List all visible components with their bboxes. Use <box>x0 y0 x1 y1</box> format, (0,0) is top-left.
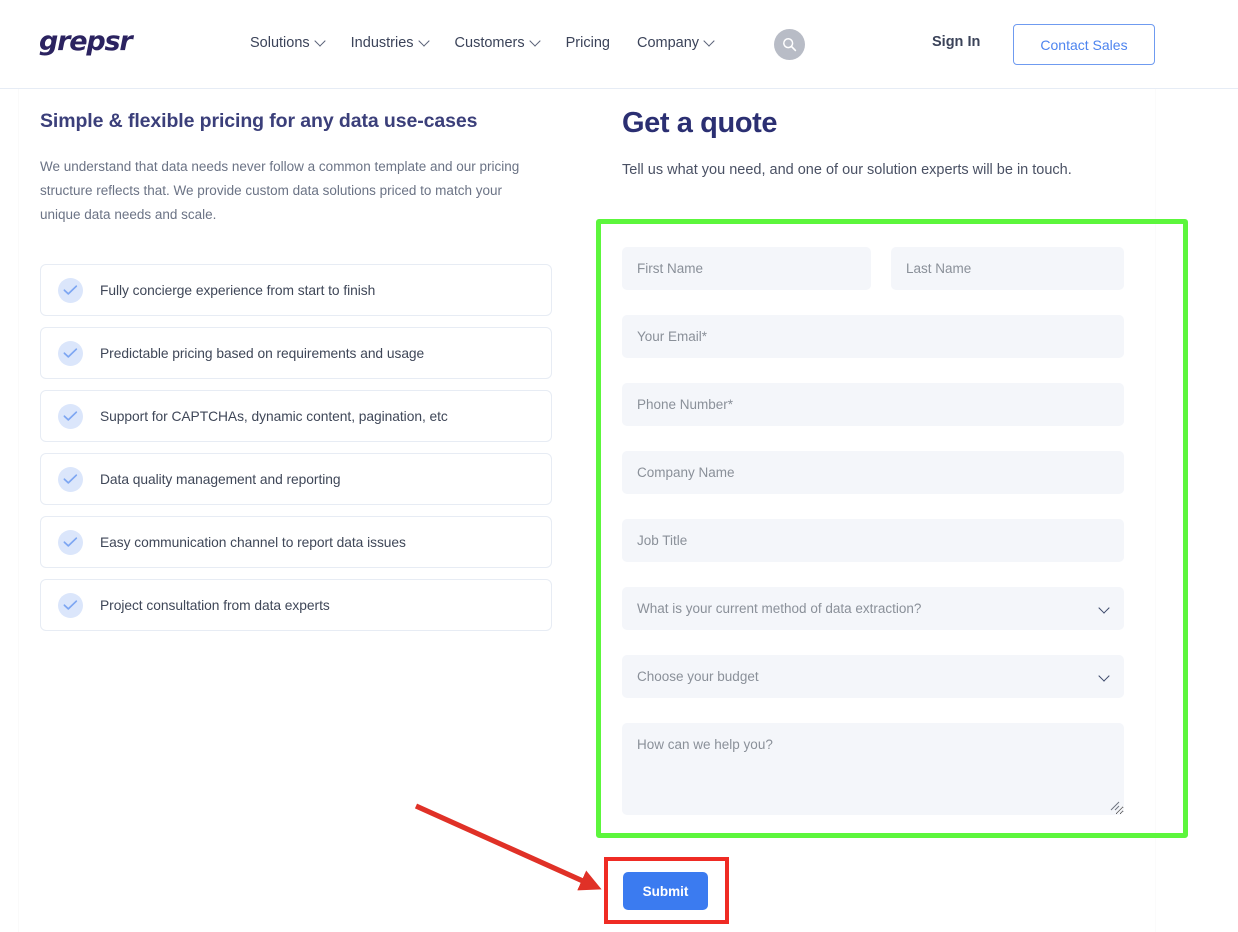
check-circle-icon <box>58 592 83 618</box>
pricing-intro-column: Simple & flexible pricing for any data u… <box>40 107 552 631</box>
check-circle-icon <box>58 529 83 555</box>
feature-item-label: Fully concierge experience from start to… <box>100 282 376 298</box>
chevron-down-icon <box>528 35 541 47</box>
feature-item-label: Data quality management and reporting <box>100 471 341 487</box>
search-icon[interactable] <box>774 29 805 60</box>
grepsr-logo[interactable]: grepsr <box>39 28 133 55</box>
check-circle-icon <box>58 466 83 492</box>
job-title-field-wrap <box>622 519 1124 562</box>
last-name-input[interactable] <box>891 247 1124 290</box>
feature-item-label: Support for CAPTCHAs, dynamic content, p… <box>100 408 448 424</box>
nav-item-pricing[interactable]: Pricing <box>566 32 610 54</box>
feature-item: Fully concierge experience from start to… <box>40 264 552 316</box>
page-container-right-edge <box>1155 89 1156 932</box>
budget-select[interactable]: Choose your budget <box>622 655 1124 698</box>
sign-in-link[interactable]: Sign In <box>932 34 980 50</box>
site-header: grepsr Solutions Industries Customers Pr… <box>0 0 1238 89</box>
budget-select-wrap: Choose your budget <box>622 655 1124 698</box>
quote-form: What is your current method of data extr… <box>622 247 1124 840</box>
page-root: grepsr Solutions Industries Customers Pr… <box>0 0 1238 932</box>
page-title: Simple & flexible pricing for any data u… <box>40 110 478 132</box>
feature-item-label: Easy communication channel to report dat… <box>100 534 406 550</box>
extraction-method-select-wrap: What is your current method of data extr… <box>622 587 1124 630</box>
submit-button[interactable]: Submit <box>623 872 708 910</box>
nav-item-label: Solutions <box>250 35 310 51</box>
nav-item-label: Industries <box>350 35 414 51</box>
nav-item-solutions[interactable]: Solutions <box>250 32 326 54</box>
feature-item: Support for CAPTCHAs, dynamic content, p… <box>40 390 552 442</box>
message-field-wrap <box>622 723 1124 815</box>
nav-item-label: Company <box>636 35 700 51</box>
chevron-down-icon <box>313 35 326 47</box>
first-name-input[interactable] <box>622 247 871 290</box>
check-circle-icon <box>58 277 83 303</box>
form-title: Get a quote <box>622 107 778 139</box>
check-circle-icon <box>58 403 83 429</box>
phone-input[interactable] <box>622 383 1124 426</box>
feature-item: Easy communication channel to report dat… <box>40 516 552 568</box>
form-subtitle: Tell us what you need, and one of our so… <box>622 162 1072 178</box>
budget-select-label: Choose your budget <box>637 669 759 684</box>
company-name-input[interactable] <box>622 451 1124 494</box>
nav-item-label: Pricing <box>565 35 610 51</box>
main-navigation: Solutions Industries Customers Pricing C… <box>250 32 715 54</box>
feature-item-label: Project consultation from data experts <box>100 597 330 613</box>
nav-item-label: Customers <box>454 35 525 51</box>
page-container-left-edge <box>18 89 19 932</box>
check-circle-icon <box>58 340 83 366</box>
chevron-down-icon <box>703 35 715 47</box>
extraction-method-select[interactable]: What is your current method of data extr… <box>622 587 1124 630</box>
name-row <box>622 247 1124 290</box>
quote-form-header: Get a quote Tell us what you need, and o… <box>622 105 1127 183</box>
job-title-input[interactable] <box>622 519 1124 562</box>
feature-item: Predictable pricing based on requirement… <box>40 327 552 379</box>
nav-item-customers[interactable]: Customers <box>454 32 541 54</box>
company-field-wrap <box>622 451 1124 494</box>
extraction-method-select-label: What is your current method of data extr… <box>637 601 922 616</box>
feature-item-label: Predictable pricing based on requirement… <box>100 345 425 361</box>
email-field-wrap <box>622 315 1124 358</box>
page-description: We understand that data needs never foll… <box>40 159 520 222</box>
feature-item: Data quality management and reporting <box>40 453 552 505</box>
email-input[interactable] <box>622 315 1124 358</box>
feature-item: Project consultation from data experts <box>40 579 552 631</box>
nav-item-company[interactable]: Company <box>636 32 715 54</box>
nav-item-industries[interactable]: Industries <box>350 32 430 54</box>
chevron-down-icon <box>417 35 430 47</box>
message-textarea[interactable] <box>622 723 1124 815</box>
feature-list: Fully concierge experience from start to… <box>40 264 552 631</box>
contact-sales-button[interactable]: Contact Sales <box>1013 24 1155 65</box>
phone-field-wrap <box>622 383 1124 426</box>
